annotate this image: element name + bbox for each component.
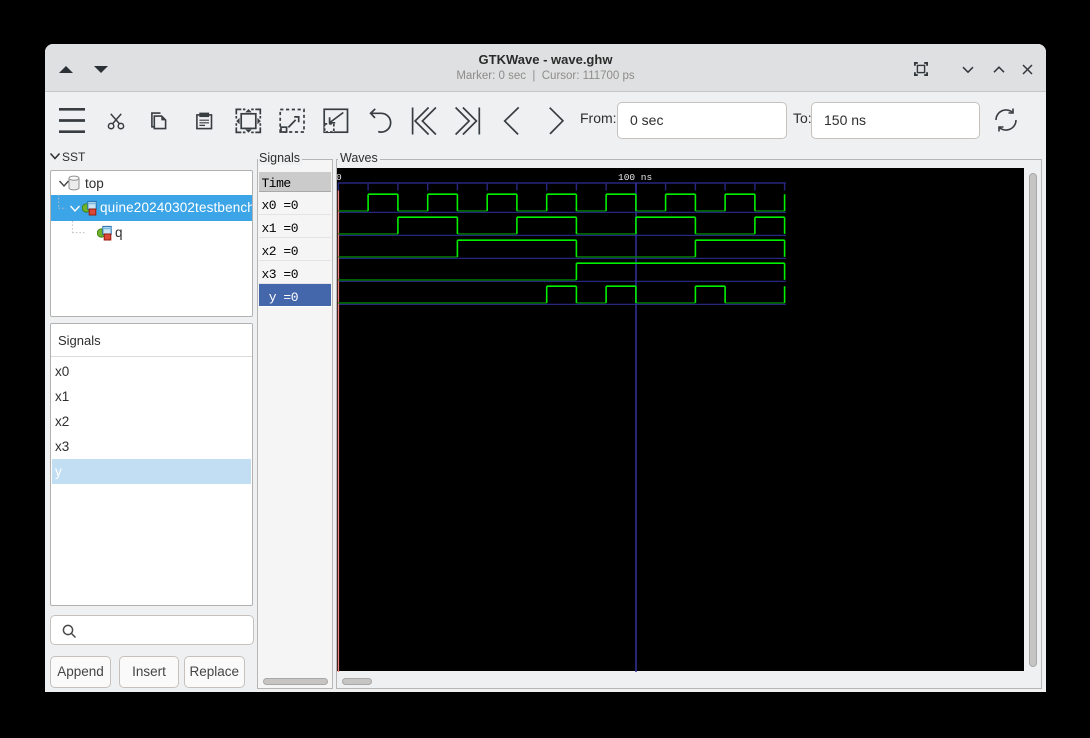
svg-text:0: 0 (337, 172, 342, 183)
svg-text:100 ns: 100 ns (618, 172, 652, 183)
